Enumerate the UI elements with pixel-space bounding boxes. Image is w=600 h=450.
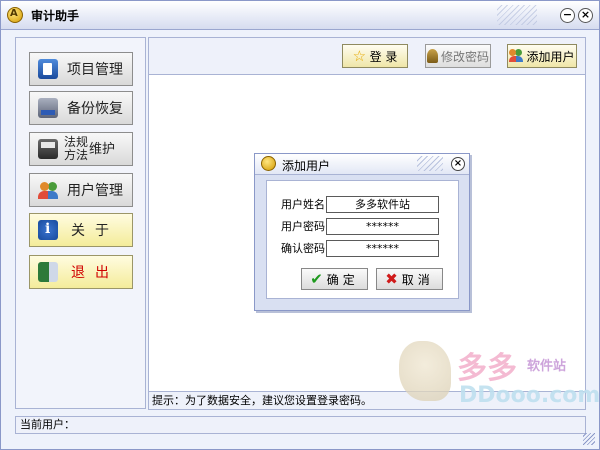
label-line1: 法规 — [64, 135, 89, 149]
sidebar-item-regulation-maintenance[interactable]: 法规 方法 维护 — [29, 132, 133, 166]
password-row: 用户密码 ****** — [281, 217, 439, 235]
sidebar-item-label: 法规 方法 维护 — [58, 136, 132, 162]
dialog-close-button[interactable]: × — [451, 157, 465, 171]
add-user-dialog: 添加用户 × 用户姓名 多多软件站 用户密码 ****** 确认密码 *****… — [254, 153, 470, 311]
dialog-logo-icon — [261, 156, 276, 171]
minimize-button[interactable]: − — [560, 8, 575, 23]
sidebar-item-user-management[interactable]: 用户管理 — [29, 173, 133, 207]
login-label: 登 录 — [369, 49, 398, 64]
sidebar-item-exit[interactable]: 退出 — [29, 255, 133, 289]
sidebar-item-label: 备份恢复 — [67, 101, 123, 117]
sidebar-item-label: 用户管理 — [67, 183, 123, 199]
sidebar-item-about[interactable]: 关于 — [29, 213, 133, 247]
dialog-body: 用户姓名 多多软件站 用户密码 ****** 确认密码 ****** ✔ 确定 … — [266, 180, 459, 299]
watermark: 多多 软件站 DDooo.com — [399, 339, 600, 411]
info-icon — [38, 220, 58, 240]
current-user-label: 当前用户： — [20, 418, 75, 431]
username-input[interactable]: 多多软件站 — [326, 195, 439, 213]
dialog-grip — [417, 156, 443, 171]
title-bar: A 审计助手 − × — [1, 1, 599, 30]
law-icon — [38, 139, 58, 159]
label-suffix: 维护 — [89, 141, 116, 157]
exit-icon — [38, 262, 58, 282]
backup-icon — [38, 98, 58, 118]
label-line2: 方法 — [64, 148, 89, 162]
cancel-button[interactable]: ✖ 取消 — [376, 268, 443, 290]
username-row: 用户姓名 多多软件站 — [281, 195, 439, 213]
sidebar-item-label: 关于 — [71, 223, 119, 239]
username-label: 用户姓名 — [281, 198, 325, 211]
users-icon — [38, 180, 58, 200]
toolbar: ☆ 登 录 修改密码 添加用户 — [149, 38, 585, 75]
confirm-password-row: 确认密码 ****** — [281, 239, 439, 257]
app-logo-icon: A — [7, 7, 23, 23]
sidebar-item-backup-restore[interactable]: 备份恢复 — [29, 91, 133, 125]
status-bar: 当前用户： — [15, 416, 586, 434]
sidebar-item-project-management[interactable]: 项目管理 — [29, 52, 133, 86]
window-title: 审计助手 — [31, 9, 80, 23]
sidebar-item-label: 项目管理 — [67, 62, 123, 78]
watermark-en: DDooo.com — [459, 383, 600, 408]
add-user-icon — [509, 49, 524, 63]
key-icon — [426, 49, 438, 63]
change-password-button[interactable]: 修改密码 — [425, 44, 491, 68]
sidebar-item-label: 退出 — [71, 265, 119, 281]
add-user-label: 添加用户 — [526, 49, 575, 64]
cross-icon: ✖ — [385, 270, 398, 288]
check-icon: ✔ — [310, 270, 323, 288]
ok-button[interactable]: ✔ 确定 — [301, 268, 368, 290]
watermark-cn-small: 软件站 — [527, 359, 567, 374]
add-user-button[interactable]: 添加用户 — [507, 44, 577, 68]
confirm-password-label: 确认密码 — [281, 242, 325, 255]
login-button[interactable]: ☆ 登 录 — [342, 44, 408, 68]
cancel-label: 取消 — [401, 272, 434, 287]
watermark-cn: 多多 — [457, 351, 517, 386]
project-icon — [38, 59, 58, 79]
sidebar: 项目管理 备份恢复 法规 方法 维护 用户管理 关于 退出 — [15, 37, 146, 409]
horse-logo-icon — [399, 341, 451, 401]
dialog-title-bar[interactable]: 添加用户 × — [255, 154, 469, 175]
title-grip — [497, 5, 537, 25]
star-icon: ☆ — [352, 47, 367, 65]
close-button[interactable]: × — [578, 8, 593, 23]
resize-grip-icon[interactable] — [583, 433, 595, 445]
change-password-label: 修改密码 — [440, 49, 489, 64]
ok-label: 确定 — [326, 272, 359, 287]
password-input[interactable]: ****** — [326, 217, 439, 235]
confirm-password-input[interactable]: ****** — [326, 239, 439, 257]
app-window: A 审计助手 − × 项目管理 备份恢复 法规 方法 维护 用户管理 i 关于 … — [0, 0, 600, 450]
dialog-title: 添加用户 — [282, 159, 331, 173]
password-label: 用户密码 — [281, 220, 325, 233]
